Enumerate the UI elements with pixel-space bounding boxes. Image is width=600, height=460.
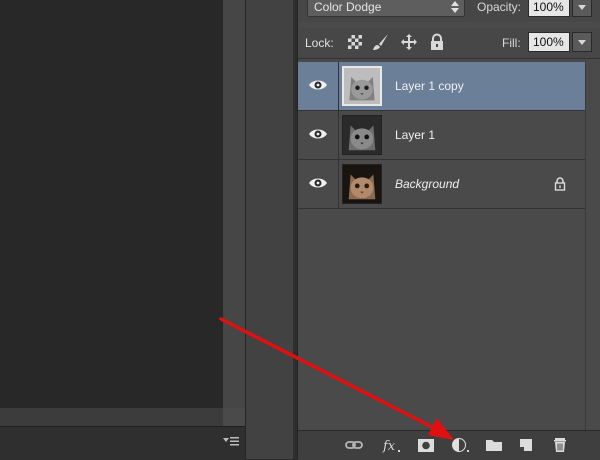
fill-label: Fill:: [502, 36, 521, 50]
canvas-vertical-scrollbar[interactable]: [223, 0, 245, 408]
panel-gutter: [245, 0, 298, 459]
opacity-label: Opacity:: [477, 0, 522, 14]
layer-name[interactable]: Background: [395, 177, 459, 191]
svg-text:fx: fx: [382, 439, 396, 454]
layer-thumbnail: [342, 66, 382, 106]
lock-row: Lock: Fill: 100%: [298, 28, 600, 59]
mask-icon[interactable]: [416, 436, 436, 454]
opacity-dropdown-button[interactable]: [572, 0, 592, 17]
select-arrows-icon: [451, 1, 459, 13]
new-layer-icon[interactable]: [516, 436, 536, 454]
lock-all-icon[interactable]: [428, 33, 446, 51]
layer-row-layer-1-copy[interactable]: Layer 1 copy: [298, 62, 585, 111]
blend-mode-select[interactable]: Color Dodge: [307, 0, 465, 17]
layer-row-background[interactable]: Background: [298, 160, 585, 209]
blend-mode-value: Color Dodge: [314, 0, 382, 14]
layer-name[interactable]: Layer 1 copy: [395, 79, 464, 93]
layers-list: Layer 1 copy Layer 1 Background: [298, 60, 600, 430]
eye-icon: [309, 80, 327, 90]
layers-scrollbar[interactable]: [585, 60, 600, 430]
layers-panel: Color Dodge Opacity: 100% Lock: Fill: 10…: [297, 0, 600, 460]
layers-footer-toolbar: fx: [298, 430, 600, 460]
layer-name[interactable]: Layer 1: [395, 128, 435, 142]
opacity-input[interactable]: 100%: [528, 0, 570, 17]
link-icon[interactable]: [344, 436, 364, 454]
fill-input[interactable]: 100%: [528, 32, 570, 52]
fill-dropdown-button[interactable]: [572, 32, 592, 52]
trash-icon[interactable]: [550, 436, 570, 454]
eye-icon: [309, 178, 327, 188]
cat-thumbnail-icon: [344, 68, 380, 104]
visibility-toggle[interactable]: [298, 160, 339, 208]
panel-menu-icon[interactable]: [223, 435, 239, 447]
lock-image-pixels-icon[interactable]: [372, 33, 390, 51]
document-canvas[interactable]: [0, 0, 223, 408]
eye-icon: [309, 129, 327, 139]
cat-thumbnail-icon: [343, 165, 381, 203]
lock-label: Lock:: [305, 36, 334, 50]
visibility-toggle[interactable]: [298, 62, 339, 110]
adjustment-icon[interactable]: [450, 436, 470, 454]
blend-row: Color Dodge Opacity: 100%: [298, 0, 600, 22]
layer-row-layer-1[interactable]: Layer 1: [298, 111, 585, 160]
lock-transparent-pixels-icon[interactable]: [346, 33, 364, 51]
canvas-status-bar: [0, 426, 245, 460]
lock-position-icon[interactable]: [400, 33, 418, 51]
cat-thumbnail-icon: [343, 116, 381, 154]
scrollbar-corner: [223, 408, 245, 426]
fx-icon[interactable]: fx: [382, 436, 402, 454]
folder-icon[interactable]: [484, 436, 504, 454]
visibility-toggle[interactable]: [298, 111, 339, 159]
lock-icon: [554, 177, 566, 191]
layer-thumbnail: [342, 164, 382, 204]
document-canvas-area: [0, 0, 245, 460]
canvas-horizontal-scrollbar[interactable]: [0, 408, 245, 426]
layer-thumbnail: [342, 115, 382, 155]
